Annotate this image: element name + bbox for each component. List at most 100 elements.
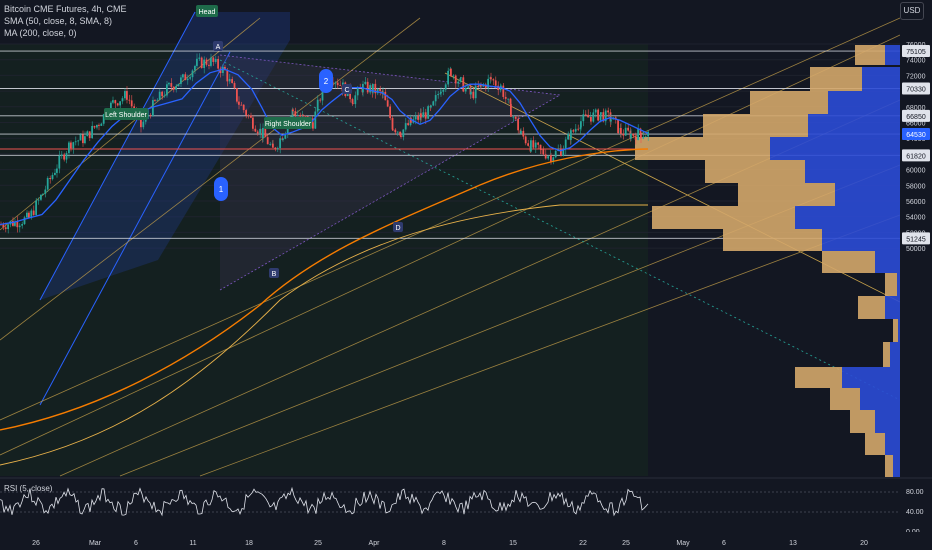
candle-up [175,86,177,90]
candle-up [442,89,445,92]
sma-legend[interactable]: SMA (50, close, 8, SMA, 8) [4,15,127,27]
candle-up [203,59,205,69]
candle-down [462,77,465,92]
candle-down [254,128,257,132]
rsi-legend[interactable]: RSI (5, close) [4,484,52,493]
price-chart[interactable]: Head Left Shoulder Right Shoulder 1 2 A B C D 760… [0,0,932,550]
candle-down [492,79,495,81]
left-shoulder-label-text: Left Shoulder [105,112,147,119]
currency-button[interactable]: USD [900,2,924,20]
candle-down [407,123,409,126]
price-level-tag-text: 66850 [906,114,926,121]
candle-up [460,77,462,79]
candle-down [149,115,152,116]
price-level-tag-text: 51245 [906,236,926,243]
candle-up [276,148,279,150]
price-level-tag: 66850 [902,109,930,122]
candle-up [84,136,86,144]
candle-down [98,124,100,126]
candle-up [35,200,37,215]
wave-2-marker[interactable]: 2 [319,69,333,93]
candle-up [77,140,79,142]
candle-down [114,100,117,104]
rsi-pane[interactable]: 80.0040.000.00 [0,477,932,536]
price-level-tag-text: 75105 [906,49,926,56]
point-d-marker[interactable]: D [393,222,403,232]
point-b-marker[interactable]: B [269,268,279,278]
candle-down [236,88,238,102]
candle-down [217,58,219,69]
candle-down [242,104,245,111]
wave-1-marker-text: 1 [219,185,224,194]
time-tick-label: 25 [622,540,630,547]
candle-up [40,194,42,200]
candle-down [379,88,381,91]
candle-up [474,85,477,99]
price-level-tag: 51245 [902,232,930,245]
candle-down [510,103,512,117]
left-shoulder-label[interactable]: Left Shoulder [104,108,148,120]
candle-up [18,225,21,228]
candle-up [427,106,429,119]
price-axis[interactable]: 7600074000720007000068000660006400062000… [900,18,932,476]
candle-down [532,140,535,148]
volume-sell-bar [705,160,805,183]
candle-down [170,83,173,87]
candle-down [304,115,307,117]
candle-down [542,149,545,155]
time-tick-label: 22 [579,540,587,547]
candle-down [587,114,589,118]
candle-up [356,87,359,96]
time-tick-label: 6 [134,540,138,547]
candle-up [186,78,189,81]
head-label[interactable]: Head [196,5,218,17]
candle-down [389,106,391,119]
candle-up [142,121,145,128]
candle-up [464,87,467,92]
price-level-tag-text: 61820 [906,153,926,160]
candle-up [112,100,114,103]
candle-up [65,153,68,160]
point-a-marker-text: A [216,44,221,51]
candle-up [592,112,595,122]
candle-up [194,65,196,71]
candle-down [454,75,457,84]
right-shoulder-label[interactable]: Right Shoulder [264,117,312,129]
candle-down [264,128,267,138]
candle-up [452,75,455,77]
candle-down [233,83,236,89]
candle-up [58,155,61,169]
point-a-marker[interactable]: A [213,41,223,51]
candle-up [44,189,47,194]
candle-up [296,114,299,116]
chart-title: Bitcoin CME Futures, 4h, CME [4,4,127,14]
candle-up [91,125,93,139]
point-c-marker[interactable]: C [342,84,352,94]
point-d-marker-text: D [395,225,400,232]
candle-up [282,138,284,141]
candle-up [163,95,166,97]
candle-down [420,113,422,118]
candle-down [490,77,492,80]
price-level-tag: 70330 [902,82,930,95]
time-axis[interactable]: 26 Mar 6 11 18 25 Apr 8 15 22 25 May 6 13 20 [0,532,932,550]
candle-down [266,137,269,145]
candle-up [470,91,472,95]
rsi-axis-label: 80.00 [906,489,924,496]
candle-down [299,114,301,117]
candle-down [391,118,394,130]
candle-down [339,85,341,86]
candle-up [177,83,180,87]
candle-down [544,154,547,159]
candle-down [256,131,259,134]
candle-down [514,116,517,119]
candle-down [154,100,156,101]
wave-1-marker[interactable]: 1 [214,177,228,201]
ma-legend[interactable]: MA (200, close, 0) [4,27,127,39]
volume-buy-bar [842,367,900,388]
candle-down [231,79,233,84]
candle-up [72,142,75,149]
price-tick-label: 72000 [906,73,926,80]
volume-buy-bar [890,342,900,367]
candle-up [594,109,597,113]
